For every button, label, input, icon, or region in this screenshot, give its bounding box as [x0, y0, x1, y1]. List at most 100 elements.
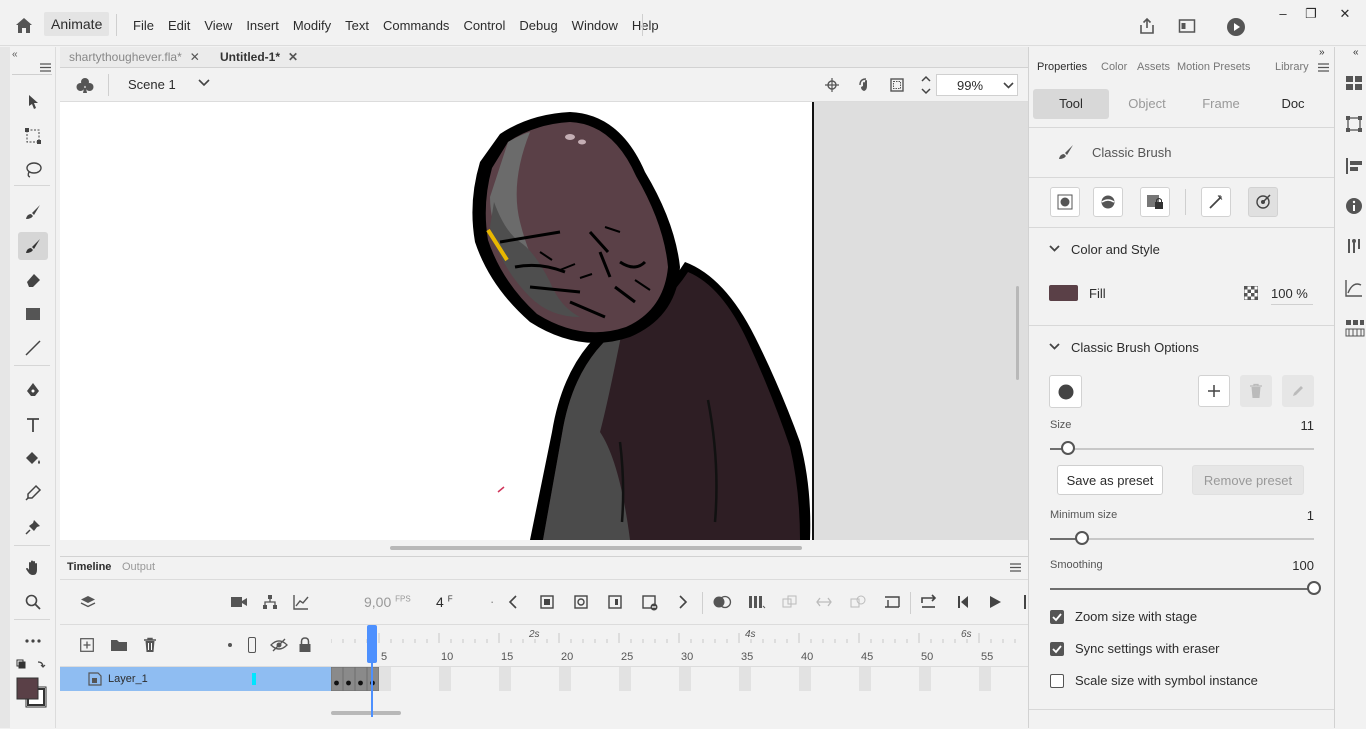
collapse-icon[interactable]: « — [1353, 47, 1359, 58]
timeline-scroll[interactable] — [331, 711, 401, 715]
frame-cell[interactable] — [943, 667, 955, 691]
frame-cell[interactable] — [967, 667, 979, 691]
frame-row[interactable] — [331, 667, 1028, 691]
menu-edit[interactable]: Edit — [161, 18, 197, 33]
insert-keyframe-icon[interactable] — [540, 595, 554, 609]
min-size-slider-knob[interactable] — [1074, 531, 1089, 545]
doc-tab-active[interactable]: Untitled-1* ✕ — [220, 50, 298, 64]
layers-icon[interactable] — [80, 594, 96, 610]
segment-frame[interactable]: Frame — [1183, 89, 1259, 119]
frame-cell[interactable] — [583, 667, 595, 691]
edit-multiple-frames-icon[interactable] — [748, 595, 766, 609]
zoom-field[interactable]: 99% — [936, 74, 1018, 96]
rectangle-tool-icon[interactable] — [18, 300, 48, 328]
frame-cell[interactable] — [931, 667, 943, 691]
zoom-stepper-icon[interactable] — [920, 74, 932, 96]
menu-view[interactable]: View — [197, 18, 239, 33]
tab-timeline[interactable]: Timeline — [67, 561, 111, 573]
new-folder-icon[interactable] — [110, 638, 128, 652]
frame-cell[interactable] — [1015, 667, 1027, 691]
paint-bucket-icon[interactable] — [18, 445, 48, 473]
frame-cell[interactable] — [571, 667, 583, 691]
brush-mode-icon[interactable] — [1093, 187, 1123, 217]
insert-blank-frame-icon[interactable] — [884, 595, 900, 609]
frame-cell[interactable] — [547, 667, 559, 691]
prev-keyframe-icon[interactable] — [508, 595, 518, 609]
add-brush-button[interactable] — [1198, 375, 1230, 407]
menu-window[interactable]: Window — [565, 18, 625, 33]
lasso-icon[interactable] — [18, 156, 48, 184]
tab-library[interactable]: Library — [1275, 61, 1309, 73]
frame-cell[interactable] — [679, 667, 691, 691]
segment-object[interactable]: Object — [1109, 89, 1185, 119]
tab-assets[interactable]: Assets — [1137, 61, 1170, 73]
min-size-slider[interactable] — [1050, 538, 1314, 540]
frame-ruler[interactable]: 5 10 15 20 25 30 35 40 45 50 55 2s 4s 6s — [331, 625, 1028, 667]
tilt-icon[interactable] — [1248, 187, 1278, 217]
sync-eraser-checkbox[interactable] — [1050, 642, 1064, 656]
doc-tab[interactable]: shartythoughever.fla* ✕ — [69, 50, 200, 64]
frame-cell[interactable] — [751, 667, 763, 691]
free-transform-icon[interactable] — [18, 122, 48, 150]
loop-icon[interactable] — [920, 594, 938, 610]
tab-output[interactable]: Output — [122, 561, 155, 573]
frame-cell[interactable] — [847, 667, 859, 691]
menu-file[interactable]: File — [126, 18, 161, 33]
step-back-icon[interactable] — [956, 595, 972, 609]
frame-cell[interactable] — [379, 667, 391, 691]
swap-colors-icon[interactable] — [16, 659, 46, 671]
frame-cell[interactable] — [607, 667, 619, 691]
zoom-size-label[interactable]: Zoom size with stage — [1075, 609, 1197, 624]
fill-swatch[interactable] — [1049, 285, 1078, 301]
menu-debug[interactable]: Debug — [512, 18, 564, 33]
frame-picker-icon[interactable] — [1345, 319, 1365, 337]
layer-row[interactable]: Layer_1 — [60, 667, 331, 691]
remove-frame-icon[interactable] — [642, 595, 658, 611]
menu-commands[interactable]: Commands — [376, 18, 456, 33]
swatches-icon[interactable] — [1345, 75, 1363, 93]
eraser-icon[interactable] — [18, 266, 48, 294]
frame-cell[interactable] — [631, 667, 643, 691]
frame-cell[interactable] — [883, 667, 895, 691]
workspace-icon[interactable] — [1178, 17, 1196, 35]
frame-cell[interactable] — [511, 667, 523, 691]
chevron-down-icon[interactable] — [198, 79, 210, 87]
stage-area[interactable] — [60, 102, 1028, 540]
scene-selector[interactable]: Scene 1 — [128, 77, 176, 92]
next-keyframe-icon[interactable] — [678, 595, 688, 609]
components-icon[interactable] — [1345, 237, 1363, 255]
frame-cell[interactable] — [535, 667, 547, 691]
brush-shape-selector[interactable] — [1049, 375, 1082, 408]
frame-cell[interactable] — [463, 667, 475, 691]
frame-cell[interactable] — [667, 667, 679, 691]
eyedropper-icon[interactable] — [18, 479, 48, 507]
transform-icon[interactable] — [1345, 115, 1363, 133]
min-size-value[interactable]: 1 — [1284, 508, 1314, 523]
fill-alpha[interactable]: 100 % — [1271, 286, 1313, 305]
rotate-stage-icon[interactable] — [856, 76, 874, 94]
hamburger-icon[interactable] — [40, 63, 51, 72]
selection-tool-icon[interactable] — [18, 88, 48, 116]
frame-cell[interactable] — [703, 667, 715, 691]
menu-modify[interactable]: Modify — [286, 18, 338, 33]
menu-help[interactable]: Help — [625, 18, 666, 33]
color-style-header[interactable]: Color and Style — [1071, 242, 1160, 257]
center-stage-icon[interactable] — [824, 77, 840, 93]
home-icon[interactable] — [14, 16, 34, 34]
frame-cell[interactable] — [1003, 667, 1015, 691]
frame-cell[interactable] — [427, 667, 439, 691]
frame-cell[interactable] — [859, 667, 871, 691]
frame-cell[interactable] — [643, 667, 655, 691]
frame-cell[interactable] — [919, 667, 931, 691]
frame-cell[interactable] — [787, 667, 799, 691]
frame-cell[interactable] — [907, 667, 919, 691]
brush-options-header[interactable]: Classic Brush Options — [1071, 340, 1199, 355]
onion-skin-icon[interactable] — [712, 595, 732, 609]
smoothing-slider-knob[interactable] — [1307, 581, 1321, 595]
motion-editor-icon[interactable] — [1345, 279, 1363, 297]
insert-blank-keyframe-icon[interactable] — [574, 595, 588, 609]
minimize-button[interactable]: – — [1268, 6, 1298, 26]
fps-value[interactable]: 9,00 FPS — [364, 594, 411, 610]
frame-cell[interactable] — [895, 667, 907, 691]
stage-canvas[interactable] — [60, 102, 813, 540]
